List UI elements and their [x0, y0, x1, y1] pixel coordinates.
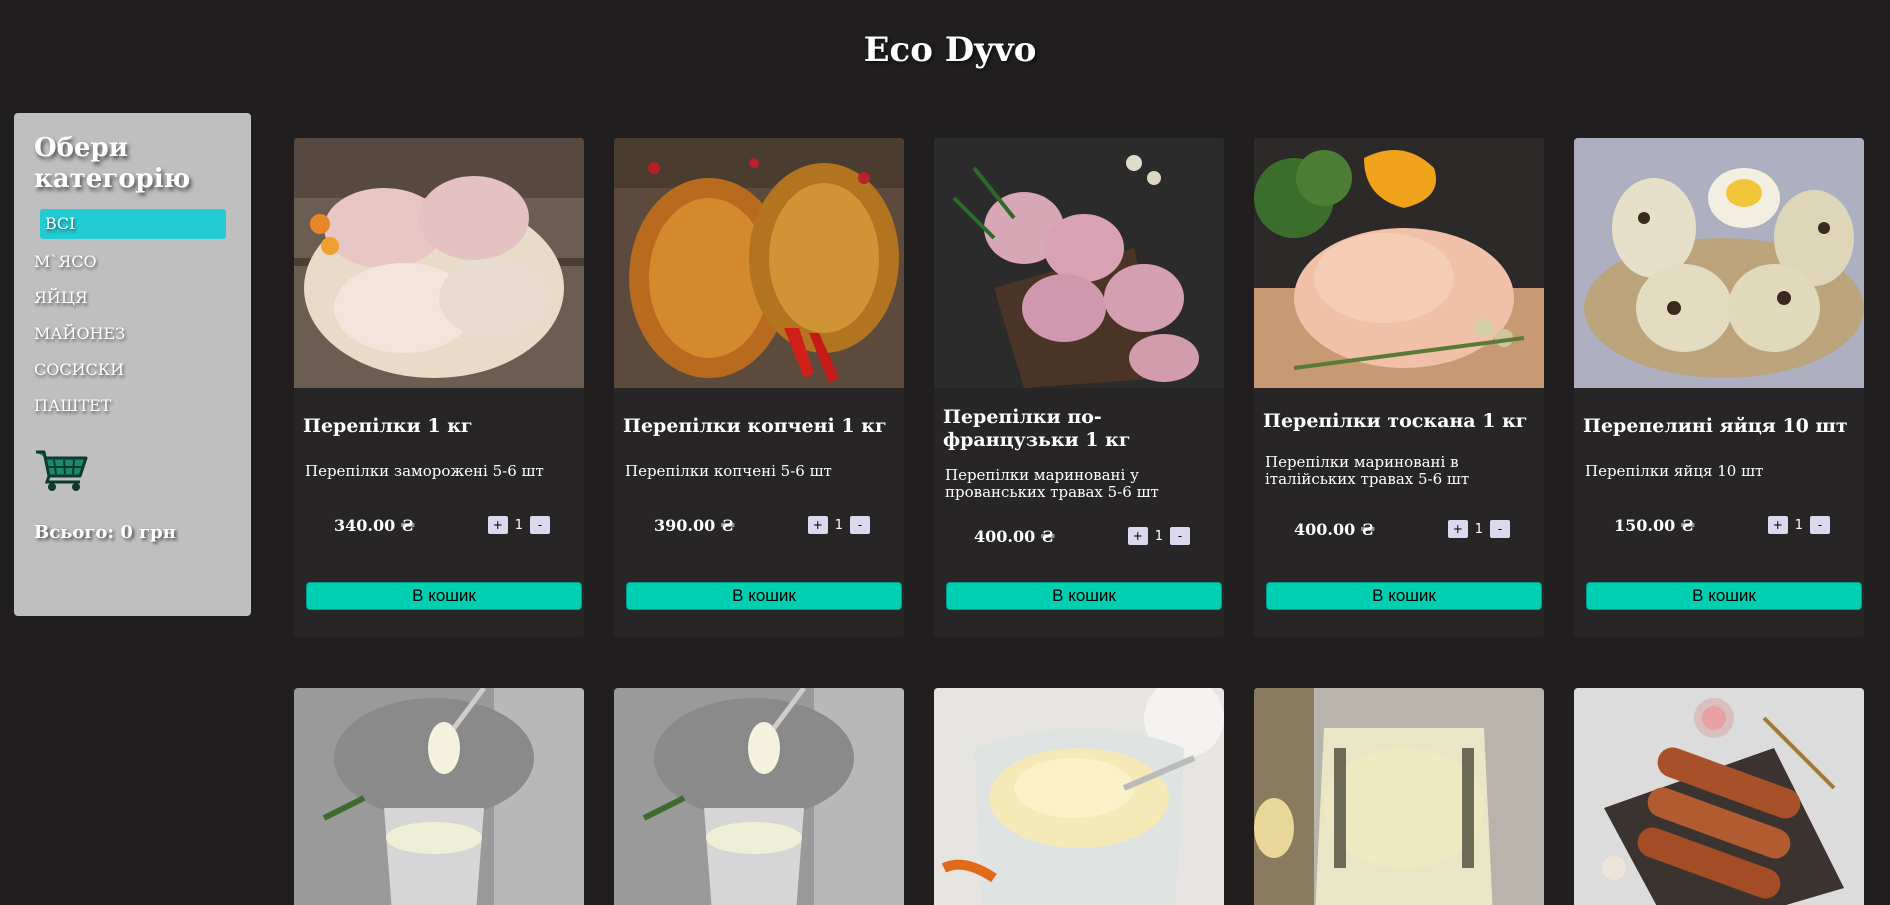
increase-button[interactable]: +: [487, 516, 508, 534]
quantity-stepper: + 1 -: [1767, 516, 1830, 534]
product-image: [934, 688, 1224, 905]
category-all[interactable]: ВСІ: [40, 209, 226, 239]
category-sausages[interactable]: СОСИСКИ: [34, 352, 231, 388]
product-name: Перепілки тоскана 1 кг: [1263, 410, 1528, 432]
product-price: 150.00 ₴: [1614, 516, 1695, 535]
quantity-value: 1: [1474, 521, 1483, 537]
quantity-value: 1: [514, 517, 523, 533]
product-name: Перепелині яйця 10 шт: [1583, 415, 1848, 437]
site-title: Eco Dyvo: [863, 30, 1037, 70]
product-card: Перепілки копчені 1 кг Перепілки копчені…: [614, 138, 904, 637]
product-image: [614, 688, 904, 905]
product-card: Перепілки 1 кг Перепілки заморожені 5-6 …: [294, 138, 584, 637]
cart-total: Всього: 0 грн: [34, 522, 176, 543]
decrease-button[interactable]: -: [1810, 516, 1830, 534]
quantity-value: 1: [1794, 517, 1803, 533]
product-card: [1254, 688, 1544, 905]
shopping-cart-icon[interactable]: [34, 446, 88, 492]
product-name: Перепілки копчені 1 кг: [623, 415, 887, 437]
quantity-value: 1: [1154, 528, 1163, 544]
increase-button[interactable]: +: [1447, 520, 1468, 538]
product-image: [1254, 688, 1544, 905]
product-image: [1574, 688, 1864, 905]
product-image: [1574, 138, 1864, 388]
product-card: [1574, 688, 1864, 905]
product-price: 340.00 ₴: [334, 516, 415, 535]
product-name: Перепілки по-французьки 1 кг: [943, 406, 1131, 451]
product-description: Перепілки яйця 10 шт: [1585, 462, 1764, 480]
product-description: Перепілки мариновані у прованських трава…: [945, 466, 1159, 501]
decrease-button[interactable]: -: [1170, 527, 1190, 545]
decrease-button[interactable]: -: [850, 516, 870, 534]
product-card: [614, 688, 904, 905]
quantity-value: 1: [834, 517, 843, 533]
product-price: 390.00 ₴: [654, 516, 735, 535]
product-price: 400.00 ₴: [1294, 520, 1375, 539]
product-price: 400.00 ₴: [974, 527, 1055, 546]
product-card: Перепелині яйця 10 шт Перепілки яйця 10 …: [1574, 138, 1864, 637]
product-description: Перепілки копчені 5-6 шт: [625, 462, 832, 480]
product-description: Перепілки заморожені 5-6 шт: [305, 462, 544, 480]
product-card: Перепілки по-французьки 1 кг Перепілки м…: [934, 138, 1224, 637]
quantity-stepper: + 1 -: [1447, 520, 1510, 538]
product-description: Перепілки мариновані в італійських трава…: [1265, 453, 1470, 488]
product-card: [294, 688, 584, 905]
product-image: [614, 138, 904, 388]
product-image: [294, 688, 584, 905]
quantity-stepper: + 1 -: [807, 516, 870, 534]
product-card: [934, 688, 1224, 905]
sidebar-title: Обери категорію: [34, 133, 191, 194]
product-image: [1254, 138, 1544, 388]
category-meat[interactable]: М`ЯСО: [34, 244, 231, 280]
category-sidebar: Обери категорію ВСІ М`ЯСО ЯЙЦЯ МАЙОНЕЗ С…: [14, 113, 251, 616]
product-card: Перепілки тоскана 1 кг Перепілки маринов…: [1254, 138, 1544, 637]
product-name: Перепілки 1 кг: [303, 415, 473, 437]
category-mayonnaise[interactable]: МАЙОНЕЗ: [34, 316, 231, 352]
decrease-button[interactable]: -: [1490, 520, 1510, 538]
product-image: [294, 138, 584, 388]
add-to-cart-button[interactable]: В кошик: [626, 582, 902, 610]
quantity-stepper: + 1 -: [1127, 527, 1190, 545]
decrease-button[interactable]: -: [530, 516, 550, 534]
product-grid: Перепілки 1 кг Перепілки заморожені 5-6 …: [294, 138, 1864, 905]
add-to-cart-button[interactable]: В кошик: [1266, 582, 1542, 610]
increase-button[interactable]: +: [1127, 527, 1148, 545]
increase-button[interactable]: +: [807, 516, 828, 534]
increase-button[interactable]: +: [1767, 516, 1788, 534]
add-to-cart-button[interactable]: В кошик: [306, 582, 582, 610]
category-pate[interactable]: ПАШТЕТ: [34, 388, 231, 424]
add-to-cart-button[interactable]: В кошик: [946, 582, 1222, 610]
add-to-cart-button[interactable]: В кошик: [1586, 582, 1862, 610]
quantity-stepper: + 1 -: [487, 516, 550, 534]
product-image: [934, 138, 1224, 388]
category-eggs[interactable]: ЯЙЦЯ: [34, 280, 231, 316]
